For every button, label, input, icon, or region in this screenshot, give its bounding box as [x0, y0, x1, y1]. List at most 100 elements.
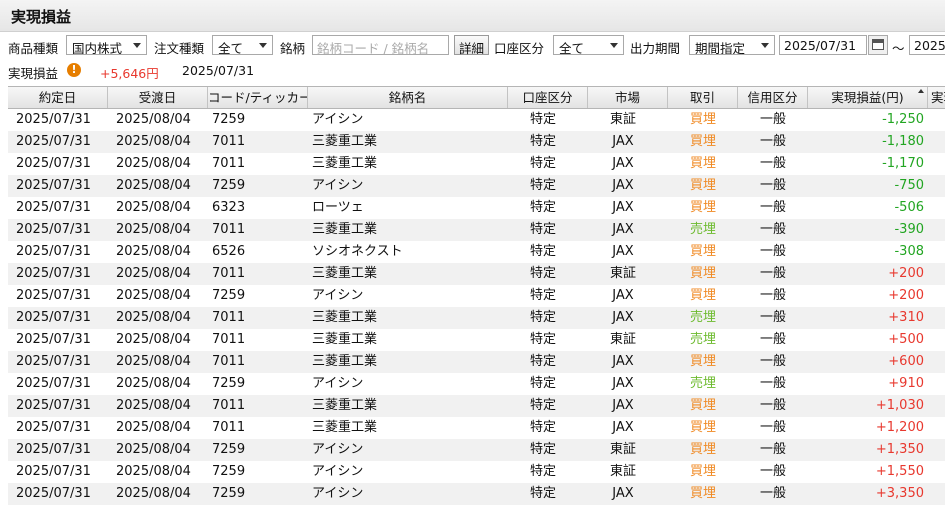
code-cell: 7011	[212, 332, 246, 347]
col-credit[interactable]: 信用区分	[738, 87, 808, 108]
pl-cell: -1,250	[882, 112, 924, 127]
account-cell: 特定	[529, 200, 556, 215]
title-bar: 実現損益	[0, 0, 945, 32]
account-cell: 特定	[529, 420, 556, 435]
symbol-search-input[interactable]: 銘柄コード / 銘柄名	[312, 35, 449, 55]
account-type-select[interactable]: 全て	[553, 35, 624, 55]
pl-cell: +1,550	[875, 464, 924, 479]
account-cell: 特定	[529, 266, 556, 281]
name-cell: 三菱重工業	[312, 134, 378, 149]
table-header: 約定日 受渡日 コード/ティッカー 銘柄名 口座区分 市場 取引 信用区分 実現…	[8, 87, 945, 109]
credit-cell: 一般	[759, 244, 786, 259]
warning-icon[interactable]: !	[67, 63, 81, 77]
settle-date-cell: 2025/08/04	[116, 442, 191, 457]
order-type-select[interactable]: 全て	[212, 35, 273, 55]
table-row[interactable]: 2025/07/31 2025/08/04 7259 アイシン 特定 東証 買埋 一般 +1,3…	[8, 439, 945, 461]
summary-amount: +5,646円	[100, 66, 159, 81]
credit-cell: 一般	[759, 420, 786, 435]
pl-cell: -506	[894, 200, 924, 215]
settle-date-cell: 2025/08/04	[116, 112, 191, 127]
market-cell: JAX	[612, 354, 634, 369]
trade-date-cell: 2025/07/31	[16, 244, 91, 259]
trade-cell: 売埋	[689, 376, 716, 391]
pl-cell: -390	[894, 222, 924, 237]
settle-date-cell: 2025/08/04	[116, 156, 191, 171]
table-row[interactable]: 2025/07/31 2025/08/04 7011 三菱重工業 特定 JAX 買埋 一般 +6…	[8, 351, 945, 373]
col-realized-pl-label: 実現損益(円)	[831, 90, 904, 105]
col-realized-extra[interactable]: 実現	[928, 87, 945, 108]
name-cell: アイシン	[312, 178, 364, 193]
product-type-label: 商品種類	[8, 41, 59, 56]
settle-date-cell: 2025/08/04	[116, 134, 191, 149]
table-row[interactable]: 2025/07/31 2025/08/04 7011 三菱重工業 特定 JAX 買埋 一般 -1…	[8, 153, 945, 175]
account-type-value: 全て	[559, 41, 585, 55]
pl-cell: +1,350	[875, 442, 924, 457]
table-row[interactable]: 2025/07/31 2025/08/04 7259 アイシン 特定 JAX 売埋 一般 +91…	[8, 373, 945, 395]
name-cell: ソシオネクスト	[312, 244, 403, 259]
name-cell: 三菱重工業	[312, 266, 378, 281]
calendar-button[interactable]	[868, 35, 888, 55]
table-row[interactable]: 2025/07/31 2025/08/04 7011 三菱重工業 特定 JAX 買埋 一般 +1…	[8, 417, 945, 439]
settle-date-cell: 2025/08/04	[116, 266, 191, 281]
page-title: 実現損益	[11, 8, 72, 26]
settle-date-cell: 2025/08/04	[116, 354, 191, 369]
col-market[interactable]: 市場	[588, 87, 668, 108]
chevron-down-icon	[761, 43, 769, 48]
col-code[interactable]: コード/ティッカー	[208, 87, 308, 108]
credit-cell: 一般	[759, 354, 786, 369]
trade-cell: 買埋	[689, 354, 716, 369]
col-trade[interactable]: 取引	[668, 87, 738, 108]
settle-date-cell: 2025/08/04	[116, 398, 191, 413]
code-cell: 7259	[212, 376, 246, 391]
table-row[interactable]: 2025/07/31 2025/08/04 6526 ソシオネクスト 特定 JAX 買埋 一般…	[8, 241, 945, 263]
account-cell: 特定	[529, 398, 556, 413]
trade-date-cell: 2025/07/31	[16, 420, 91, 435]
table-row[interactable]: 2025/07/31 2025/08/04 7011 三菱重工業 特定 JAX 買埋 一般 +1…	[8, 395, 945, 417]
col-account[interactable]: 口座区分	[508, 87, 588, 108]
filter-bar: 商品種類 国内株式 注文種類 全て 銘柄 銘柄コード / 銘柄名 詳細 口座区分…	[0, 34, 945, 58]
summary-bar: 実現損益 ! +5,646円 2025/07/31	[0, 62, 945, 81]
table-row[interactable]: 2025/07/31 2025/08/04 7259 アイシン 特定 東証 買埋 一般 -1,2…	[8, 109, 945, 131]
table-row[interactable]: 2025/07/31 2025/08/04 7259 アイシン 特定 JAX 買埋 一般 +20…	[8, 285, 945, 307]
account-type-label: 口座区分	[494, 41, 545, 56]
table-row[interactable]: 2025/07/31 2025/08/04 7259 アイシン 特定 東証 買埋 一般 +1,5…	[8, 461, 945, 483]
product-type-select[interactable]: 国内株式	[66, 35, 147, 55]
code-cell: 7011	[212, 222, 246, 237]
trade-cell: 買埋	[689, 200, 716, 215]
col-realized-pl[interactable]: 実現損益(円)	[808, 87, 928, 108]
date-to-input[interactable]: 2025/	[909, 35, 945, 55]
trade-date-cell: 2025/07/31	[16, 354, 91, 369]
table-row[interactable]: 2025/07/31 2025/08/04 7011 三菱重工業 特定 JAX 売埋 一般 +3…	[8, 307, 945, 329]
pl-cell: -308	[894, 244, 924, 259]
trade-date-cell: 2025/07/31	[16, 288, 91, 303]
market-cell: JAX	[612, 244, 634, 259]
account-cell: 特定	[529, 442, 556, 457]
calendar-icon	[872, 39, 884, 50]
code-cell: 6323	[212, 200, 246, 215]
name-cell: 三菱重工業	[312, 354, 378, 369]
table-row[interactable]: 2025/07/31 2025/08/04 7011 三菱重工業 特定 東証 買埋 一般 +20…	[8, 263, 945, 285]
product-type-value: 国内株式	[72, 41, 123, 55]
pl-cell: -750	[894, 178, 924, 193]
table-row[interactable]: 2025/07/31 2025/08/04 7011 三菱重工業 特定 JAX 買埋 一般 -1…	[8, 131, 945, 153]
table-row[interactable]: 2025/07/31 2025/08/04 6323 ローツェ 特定 JAX 買埋 一般 -50…	[8, 197, 945, 219]
table-row[interactable]: 2025/07/31 2025/08/04 7011 三菱重工業 特定 JAX 売埋 一般 -3…	[8, 219, 945, 241]
account-cell: 特定	[529, 376, 556, 391]
account-cell: 特定	[529, 178, 556, 193]
trade-cell: 買埋	[689, 156, 716, 171]
col-settle-date[interactable]: 受渡日	[108, 87, 208, 108]
market-cell: JAX	[612, 398, 634, 413]
table-row[interactable]: 2025/07/31 2025/08/04 7011 三菱重工業 特定 東証 売埋 一般 +50…	[8, 329, 945, 351]
credit-cell: 一般	[759, 376, 786, 391]
market-cell: 東証	[609, 112, 636, 127]
pl-cell: +200	[888, 266, 924, 281]
period-select[interactable]: 期間指定	[689, 35, 775, 55]
date-from-input[interactable]: 2025/07/31	[779, 35, 867, 55]
market-cell: JAX	[612, 420, 634, 435]
col-trade-date[interactable]: 約定日	[8, 87, 108, 108]
name-cell: アイシン	[312, 442, 364, 457]
trade-date-cell: 2025/07/31	[16, 134, 91, 149]
detail-button[interactable]: 詳細	[454, 35, 490, 56]
table-row[interactable]: 2025/07/31 2025/08/04 7259 アイシン 特定 JAX 買埋 一般 -75…	[8, 175, 945, 197]
col-name[interactable]: 銘柄名	[308, 87, 508, 108]
